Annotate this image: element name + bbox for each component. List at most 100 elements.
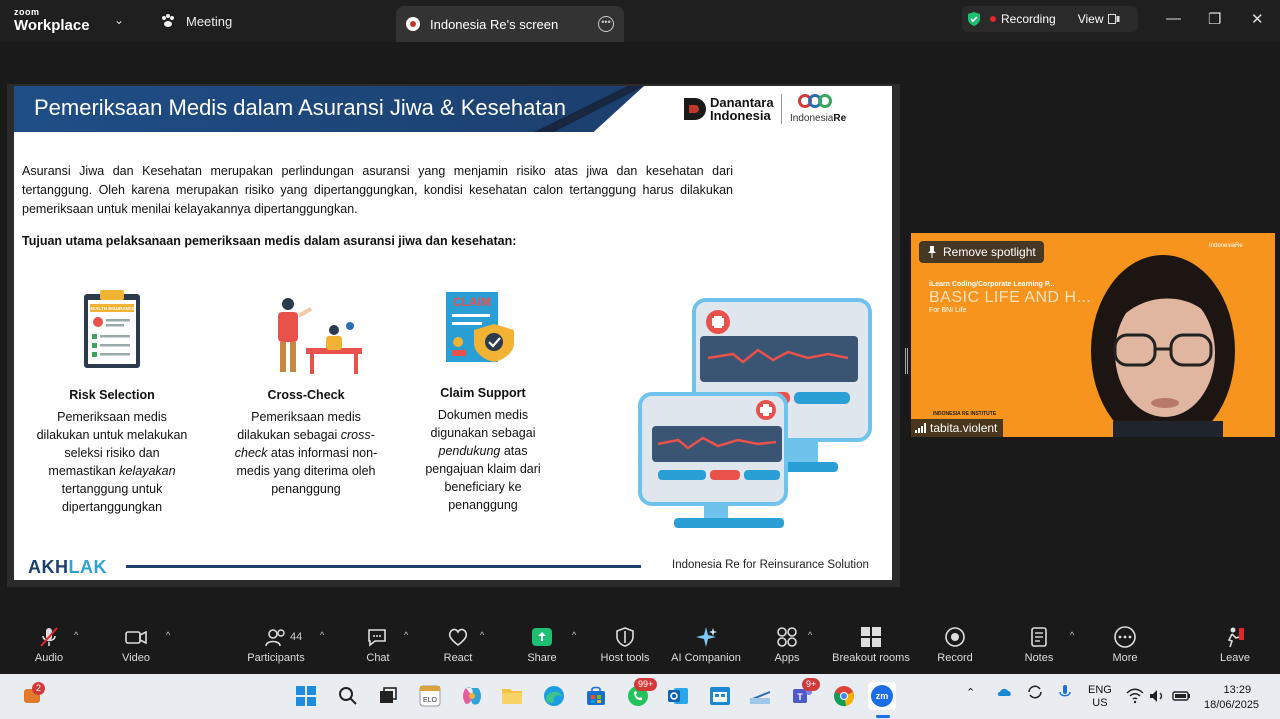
notes-options-chevron-icon[interactable]: ^ [1070,630,1074,640]
share-options-chevron-icon[interactable]: ^ [572,630,576,640]
cross-check-column: Cross-Check Pemeriksaan medis dilakukan … [228,386,384,498]
leave-button[interactable]: Leave [1218,626,1252,664]
breakout-rooms-button[interactable]: Breakout rooms [830,626,912,664]
shield-check-icon[interactable] [966,11,982,27]
risk-selection-column: Risk Selection Pemeriksaan medis dilakuk… [32,386,192,516]
region-code: US [1092,697,1108,709]
record-icon [945,627,965,647]
clipboard-icon: HEALTH INSURANCE [84,290,140,368]
notes-button[interactable]: Notes [1022,626,1056,664]
scanner-app-button[interactable] [746,682,774,710]
edge-browser-button[interactable] [540,682,568,710]
participants-icon [265,629,285,647]
widgets-button[interactable]: 2 [18,682,46,710]
chat-options-chevron-icon[interactable]: ^ [404,630,408,640]
battery-icon[interactable] [1172,688,1192,704]
audio-button[interactable]: Audio [30,626,68,664]
participants-options-chevron-icon[interactable]: ^ [320,630,324,640]
apps-options-chevron-icon[interactable]: ^ [808,630,812,640]
outlook-icon [668,688,688,704]
teams-button[interactable]: T 9+ [788,678,821,710]
more-options-icon[interactable]: ••• [598,16,614,32]
task-view-icon [380,687,397,703]
video-bg-line3: For BNI Life [929,307,967,314]
whatsapp-badge: 99+ [634,678,658,691]
calendar-app-button[interactable] [706,682,734,710]
participant-name-tag: tabita.violent [911,419,1004,437]
indonesia-re-logo: IndonesiaRe [790,94,846,124]
minimize-icon[interactable]: — [1166,10,1181,27]
microphone-icon[interactable] [1056,683,1074,701]
risk-selection-emphasis: kelayakan [119,464,176,478]
apps-icon [777,627,797,647]
panel-resize-handle[interactable] [905,348,908,374]
restore-icon[interactable]: ❐ [1208,10,1221,28]
host-tools-button[interactable]: Host tools [596,626,654,664]
shield-icon [616,627,634,647]
search-button[interactable] [334,682,362,710]
claim-support-emphasis: pendukung [438,444,501,458]
video-options-chevron-icon[interactable]: ^ [166,630,170,640]
video-button[interactable]: Video [118,626,154,664]
whatsapp-button[interactable]: 99+ [624,678,658,710]
sync-icon[interactable] [1026,683,1044,701]
chrome-button[interactable] [830,682,858,710]
akhlak-logo-b: LAK [68,557,107,577]
apps-button[interactable]: Apps [772,626,802,664]
meeting-tab[interactable]: Meeting [160,10,232,32]
copilot-button[interactable] [458,682,486,710]
close-icon[interactable]: ✕ [1251,10,1264,28]
onedrive-icon[interactable] [996,683,1014,701]
audio-options-chevron-icon[interactable]: ^ [74,630,78,640]
react-options-chevron-icon[interactable]: ^ [480,630,484,640]
participant-video-tile[interactable]: iLearn Coding/Corporate Learning P... BA… [911,233,1275,437]
store-button[interactable] [582,682,610,710]
elo-app-button[interactable]: ELO [416,682,444,710]
wifi-icon[interactable] [1126,688,1144,704]
ai-companion-button[interactable]: AI Companion [668,626,744,664]
task-view-button[interactable] [374,682,402,710]
recording-status[interactable]: Recording [1001,12,1056,26]
input-language-indicator[interactable]: ENG US [1088,684,1112,710]
outlook-button[interactable] [664,682,692,710]
record-button[interactable]: Record [936,626,974,664]
participant-name: tabita.violent [930,421,998,435]
re-logo-suffix: Re [833,113,847,124]
sparkle-icon [696,627,717,647]
zoom-app-button[interactable]: zm [868,682,896,710]
share-label: Share [527,652,557,664]
chat-bubble-icon [368,629,386,647]
indonesia-re-rings-icon [798,94,838,110]
meeting-toolbar: Audio ^ Video ^ Participants 44 ^ Chat ^… [0,620,1280,672]
chat-button[interactable]: Chat [362,626,394,664]
share-button[interactable]: Share [524,626,560,664]
start-button[interactable] [292,682,320,710]
notes-label: Notes [1024,652,1054,664]
participants-label: Participants [247,652,305,664]
breakout-rooms-icon [861,627,881,647]
chevron-down-icon[interactable]: ⌄ [114,13,124,27]
chrome-icon [834,686,854,707]
record-label: Record [937,652,973,664]
calendar-icon [710,687,730,705]
heart-icon [448,628,468,647]
leave-label: Leave [1220,652,1250,664]
svg-text:T: T [797,692,803,702]
file-explorer-button[interactable] [498,682,526,710]
view-button[interactable]: View [1078,12,1120,26]
remove-spotlight-button[interactable]: Remove spotlight [919,241,1044,263]
claim-support-heading: Claim Support [440,386,526,400]
microphone-muted-icon [40,627,58,647]
volume-icon[interactable] [1148,688,1166,704]
react-button[interactable]: React [440,626,476,664]
view-layout-icon [1107,14,1119,24]
more-button[interactable]: More [1108,626,1142,664]
system-clock[interactable]: 13:29 18/06/2025 [1204,683,1259,713]
windows-taskbar: 2 ELO 99+ T 9+ zm ⌃ ENG US 13:29 18/06/2… [0,674,1280,719]
show-hidden-icons-chevron-icon[interactable]: ⌃ [966,686,975,699]
zoom-workplace-logo[interactable]: zoom Workplace [14,8,90,34]
elo-label: ELO [423,697,438,704]
shared-slide: Pemeriksaan Medis dalam Asuransi Jiwa & … [14,86,892,580]
shared-screen-tab[interactable]: Indonesia Re's screen ••• [396,6,624,42]
zoom-label: zm [876,691,889,701]
